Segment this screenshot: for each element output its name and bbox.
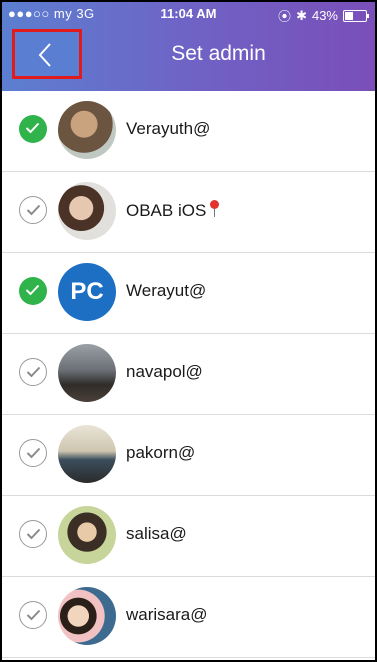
user-row[interactable]: navapol@	[2, 334, 375, 415]
user-name-text: warisara@	[126, 605, 208, 624]
unchecked-circle-icon[interactable]	[19, 520, 47, 548]
user-name-text: Verayuth@	[126, 119, 211, 138]
unchecked-circle-icon[interactable]	[19, 601, 47, 629]
user-name-text: Werayut@	[126, 281, 207, 300]
user-row[interactable]: pakorn@	[2, 415, 375, 496]
map-pin-icon	[209, 200, 220, 218]
user-name-text: OBAB iOS	[126, 201, 207, 220]
phone-screen: ●●●○○ my 3G 11:04 AM ⦿ ✱ 43% Set admin V…	[0, 0, 377, 662]
avatar	[58, 587, 116, 645]
status-right: ⦿ ✱ 43%	[278, 6, 369, 25]
battery-icon	[343, 9, 369, 22]
status-bar: ●●●○○ my 3G 11:04 AM ⦿ ✱ 43%	[2, 2, 375, 24]
user-list: Verayuth@ OBAB iOS PC Werayut@ navapol@ pakor…	[2, 91, 375, 658]
unchecked-circle-icon[interactable]	[19, 439, 47, 467]
rotation-lock-icon: ⦿	[278, 9, 292, 24]
user-row[interactable]: warisara@	[2, 577, 375, 658]
nav-header: ●●●○○ my 3G 11:04 AM ⦿ ✱ 43% Set admin	[2, 2, 375, 91]
battery-percent: 43%	[311, 8, 338, 23]
avatar	[58, 506, 116, 564]
avatar: PC	[58, 263, 116, 321]
user-row[interactable]: Verayuth@	[2, 91, 375, 172]
checked-circle-icon[interactable]	[19, 115, 47, 143]
user-row[interactable]: PC Werayut@	[2, 253, 375, 334]
checked-circle-icon[interactable]	[19, 277, 47, 305]
user-name: OBAB iOS	[126, 200, 220, 221]
back-button[interactable]	[12, 29, 82, 79]
unchecked-circle-icon[interactable]	[19, 196, 47, 224]
chevron-left-icon	[38, 43, 51, 67]
avatar	[58, 344, 116, 402]
avatar	[58, 182, 116, 240]
page-title: Set admin	[171, 42, 266, 65]
unchecked-circle-icon[interactable]	[19, 358, 47, 386]
avatar	[58, 425, 116, 483]
user-name-text: salisa@	[126, 524, 187, 543]
user-name: navapol@	[126, 362, 203, 382]
user-name-text: pakorn@	[126, 443, 196, 462]
battery-fill	[345, 11, 353, 20]
avatar	[58, 101, 116, 159]
user-row[interactable]: OBAB iOS	[2, 172, 375, 253]
bluetooth-icon: ✱	[296, 7, 307, 23]
user-name: Werayut@	[126, 281, 206, 301]
user-row[interactable]: salisa@	[2, 496, 375, 577]
pc-logo: PC	[58, 263, 116, 321]
user-name: Verayuth@	[126, 119, 210, 139]
user-name: salisa@	[126, 524, 187, 544]
user-name: pakorn@	[126, 443, 195, 463]
user-name: warisara@	[126, 605, 208, 625]
user-name-text: navapol@	[126, 362, 203, 381]
